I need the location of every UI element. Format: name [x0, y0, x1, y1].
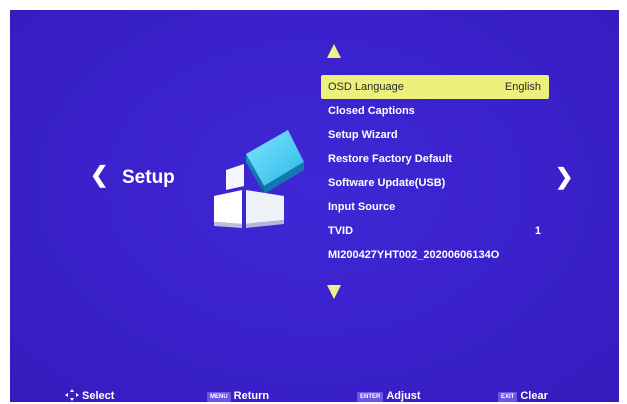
hint-adjust-label: Adjust	[386, 390, 421, 402]
menu-item-label: Closed Captions	[328, 105, 415, 117]
hint-return-label: Return	[233, 390, 270, 402]
menu-item-software-update[interactable]: Software Update(USB)	[321, 171, 549, 195]
menu-item-label: OSD Language	[328, 81, 404, 93]
menu-item-label: MI200427YHT002_20200606134O	[328, 249, 500, 261]
menu-item-input-source[interactable]: Input Source	[321, 195, 549, 219]
hint-clear: EXIT Clear	[498, 389, 548, 402]
previous-page-arrow-icon[interactable]: ❮	[90, 164, 108, 186]
menu-item-osd-language[interactable]: OSD Language English	[321, 75, 549, 99]
hint-clear-label: Clear	[520, 390, 548, 402]
menu-item-restore-factory-default[interactable]: Restore Factory Default	[321, 147, 549, 171]
setup-tiles-icon	[214, 130, 304, 228]
scroll-down-arrow-icon[interactable]	[327, 285, 341, 299]
menu-item-tvid[interactable]: TVID 1	[321, 219, 549, 243]
page-title: Setup	[122, 167, 175, 188]
setup-menu-list: OSD Language English Closed Captions Set…	[321, 75, 549, 267]
menu-item-setup-wizard[interactable]: Setup Wizard	[321, 123, 549, 147]
scroll-up-arrow-icon[interactable]	[327, 44, 341, 58]
tv-menu-screen: ❮ Setup OSD Language English Closed Capt…	[10, 10, 619, 402]
dpad-icon	[65, 389, 79, 401]
menu-item-label: Input Source	[328, 201, 396, 213]
enter-key-badge: ENTER	[357, 392, 384, 402]
menu-item-label: Restore Factory Default	[328, 153, 453, 165]
menu-item-label: Setup Wizard	[328, 129, 398, 141]
menu-item-value: English	[504, 81, 541, 93]
menu-key-badge: MENU	[207, 392, 231, 402]
menu-item-value: 1	[534, 225, 541, 237]
hint-select: Select	[65, 389, 114, 402]
menu-item-firmware-version: MI200427YHT002_20200606134O	[321, 243, 549, 267]
menu-item-label: Software Update(USB)	[328, 177, 446, 189]
next-page-arrow-icon[interactable]: ❯	[555, 166, 573, 188]
menu-item-closed-captions[interactable]: Closed Captions	[321, 99, 549, 123]
hint-select-label: Select	[82, 390, 115, 402]
hint-adjust: ENTER Adjust	[357, 389, 421, 402]
exit-key-badge: EXIT	[498, 392, 518, 402]
menu-item-label: TVID	[328, 225, 354, 237]
key-hint-bar: Select MENU Return ENTER Adjust EXIT Clear	[10, 389, 619, 402]
hint-return: MENU Return	[207, 389, 269, 402]
